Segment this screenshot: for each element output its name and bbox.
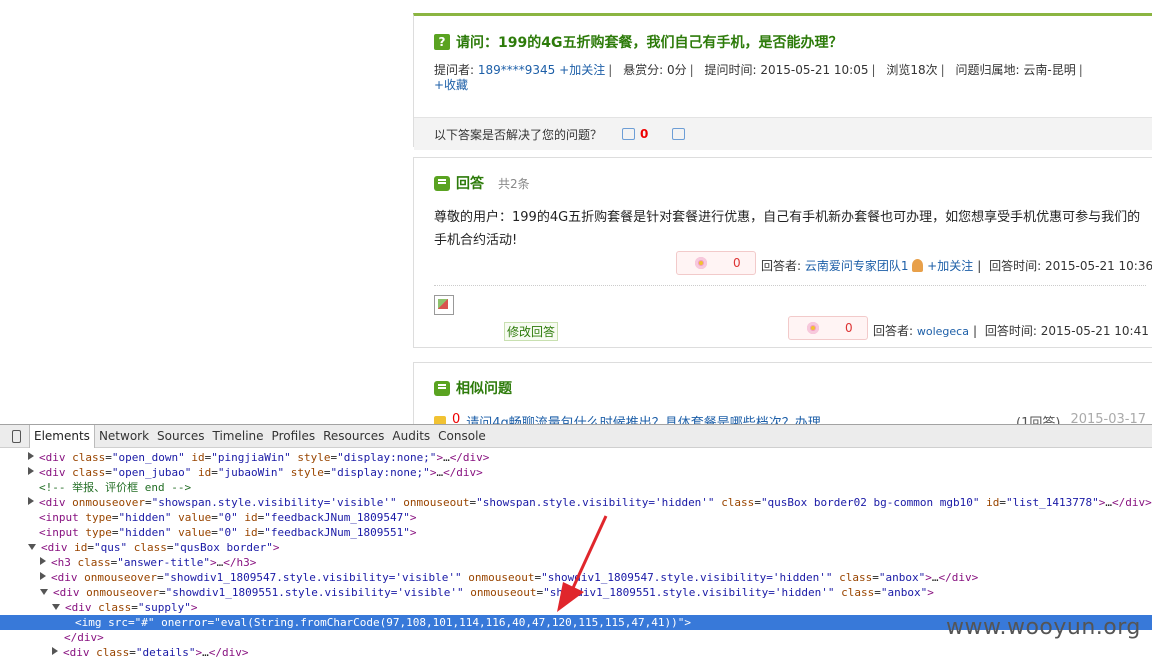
tab-elements[interactable]: Elements [29, 424, 95, 448]
similar-num: 0 [452, 412, 461, 424]
dom-node[interactable]: <div id="qus" class="qusBox border"> [0, 540, 1152, 555]
flower-icon [807, 322, 819, 334]
dom-node[interactable]: <input type="hidden" value="0" id="feedb… [0, 510, 1152, 525]
view-count: 浏览18次 [886, 63, 938, 77]
devtools-tabbar: Elements Network Sources Timeline Profil… [0, 424, 1152, 448]
tab-resources[interactable]: Resources [319, 425, 388, 448]
chat-bubble-icon [434, 380, 450, 396]
answer-time-2: 2015-05-21 10:41 [1040, 324, 1149, 338]
tab-network[interactable]: Network [95, 425, 153, 448]
thumbs-up-count: 0 [640, 127, 649, 141]
broken-image-icon [434, 295, 454, 315]
tab-console[interactable]: Console [434, 425, 490, 448]
dom-node[interactable]: <div class="open_jubao" id="jubaoWin" st… [0, 465, 1152, 480]
chat-bubble-icon [434, 175, 450, 191]
similar-link[interactable]: 请问4g畅聊流量包什么时候推出？具体套餐是哪些档次？办理 [466, 412, 821, 424]
follow-answerer-link[interactable]: +加关注 [927, 259, 973, 273]
answer-divider [434, 285, 1146, 286]
tab-sources[interactable]: Sources [153, 425, 208, 448]
answerer-link-2[interactable]: wolegeca [917, 325, 969, 338]
answers-title: 回答 [456, 176, 484, 192]
vote-count: 0 [845, 321, 853, 335]
question-card: ? 请问：199的4G五折购套餐，我们自己有手机，是否能办理？ 提问者: 189… [413, 13, 1152, 150]
question-time: 2015-05-21 10:05 [760, 63, 869, 77]
similar-title: 相似问题 [456, 381, 512, 397]
dom-node[interactable]: <div class="details">…</div> [0, 645, 1152, 657]
question-region: 云南-昆明 [1023, 63, 1076, 77]
dom-node[interactable]: <div onmouseover="showspan.style.visibil… [0, 495, 1152, 510]
answerer-link[interactable]: 云南爱问专家团队1 [805, 259, 909, 273]
dom-node[interactable]: <div onmouseover="showdiv1_1809551.style… [0, 585, 1152, 600]
flower-vote-button[interactable]: 0 [676, 251, 756, 275]
similar-item[interactable]: 0 请问4g畅聊流量包什么时候推出？具体套餐是哪些档次？办理 (1回答) 201… [434, 412, 1146, 424]
dom-comment[interactable]: <!-- 举报、评价框 end --> [0, 480, 1152, 495]
dom-node[interactable]: <div class="supply"> [0, 600, 1152, 615]
folder-icon [434, 416, 446, 424]
tab-timeline[interactable]: Timeline [209, 425, 268, 448]
tab-profiles[interactable]: Profiles [268, 425, 320, 448]
similar-date: 2015-03-17 [1070, 412, 1146, 424]
answers-header: 回答 共2条 [434, 173, 530, 193]
similar-header: 相似问题 [434, 378, 512, 398]
dom-node[interactable]: <input type="hidden" value="0" id="feedb… [0, 525, 1152, 540]
dom-node[interactable]: <div class="open_down" id="pingjiaWin" s… [0, 450, 1152, 465]
question-mark-icon: ? [434, 34, 450, 50]
question-title: ? 请问：199的4G五折购套餐，我们自己有手机，是否能办理？ [434, 32, 842, 52]
dom-node[interactable]: <div onmouseover="showdiv1_1809547.style… [0, 570, 1152, 585]
dom-node[interactable]: <h3 class="answer-title">…</h3> [0, 555, 1152, 570]
answers-card: 回答 共2条 尊敬的用户：199的4G五折购套餐是针对套餐进行优惠，自己有手机新… [413, 157, 1152, 348]
expert-badge-icon [912, 259, 924, 272]
device-mode-icon[interactable] [12, 429, 21, 443]
question-title-text: 请问：199的4G五折购套餐，我们自己有手机，是否能办理？ [456, 35, 843, 51]
similar-card: 相似问题 0 请问4g畅聊流量包什么时候推出？具体套餐是哪些档次？办理 (1回答… [413, 362, 1152, 424]
flower-icon [695, 257, 707, 269]
question-meta: 提问者: 189****9345 +加关注 | 悬赏分: 0分 | 提问时间: 20… [434, 63, 1083, 92]
tab-audits[interactable]: Audits [388, 425, 434, 448]
answer-byline: 回答者: 云南爱问专家团队1 +加关注 | 回答时间: 2015-05-21 10… [761, 259, 1152, 273]
watermark: www.wooyun.org [946, 615, 1141, 640]
edit-answer-link[interactable]: 修改回答 [504, 322, 559, 341]
follow-asker-link[interactable]: +加关注 [559, 63, 605, 77]
reward-value: 0分 [666, 63, 687, 77]
thumbs-up-icon[interactable] [622, 128, 636, 140]
answer-text: 尊敬的用户：199的4G五折购套餐是针对套餐进行优惠，自己有手机新办套餐也可办理… [434, 210, 1141, 248]
flower-vote-button-2[interactable]: 0 [788, 316, 868, 340]
feedback-text: 以下答案是否解决了您的问题？ [434, 127, 603, 142]
vote-count: 0 [733, 256, 741, 270]
similar-count: (1回答) [1016, 416, 1061, 424]
feedback-bar: 以下答案是否解决了您的问题？ 0 [414, 117, 1152, 150]
asker-link[interactable]: 189****9345 [478, 63, 555, 77]
answer-byline-2: 回答者: wolegeca | 回答时间: 2015-05-21 10:41 [873, 324, 1149, 338]
thumbs-down-icon[interactable] [672, 128, 686, 140]
answers-count: 共2条 [498, 176, 530, 191]
favorite-link[interactable]: +收藏 [434, 78, 468, 92]
answer-time: 2015-05-21 10:36 [1044, 259, 1152, 273]
